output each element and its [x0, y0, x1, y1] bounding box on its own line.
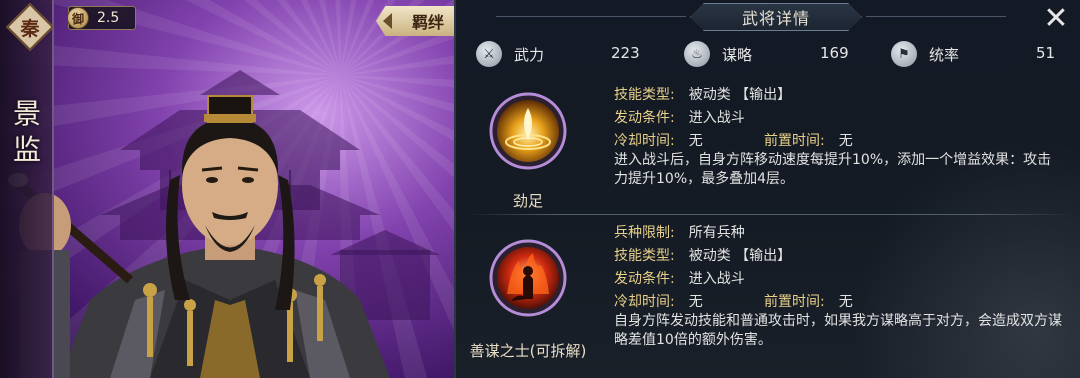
faction-label: 秦: [20, 17, 40, 40]
red-flame-warrior-icon[interactable]: [489, 239, 567, 317]
banner-icon: ⚑: [891, 41, 917, 67]
stat-label: 谋略: [722, 45, 753, 64]
skill-name: 善谋之士(可拆解): [469, 342, 587, 360]
hero-detail-panel: 武将详情 ✕ ⚔ 武力 223 ♨ 谋略 169 ⚑ 统率 51 劲足 技能类型…: [454, 0, 1080, 378]
golden-flame-icon[interactable]: [489, 92, 567, 170]
panel-title: 武将详情: [690, 3, 862, 31]
skill-description: 进入战斗后，自身方阵移动速度每提升10%，添加一个增益效果：攻击力提升10%，最…: [614, 152, 1052, 187]
stat-value: 169: [820, 44, 849, 62]
title-ornament-left: [496, 16, 686, 17]
stat-label: 统率: [929, 45, 960, 64]
skill-divider: [468, 214, 1072, 215]
skill-row: 发动条件: 进入战斗: [614, 110, 745, 126]
stat-label: 武力: [514, 45, 545, 64]
stat-strategy: ♨ 谋略: [684, 40, 752, 68]
stat-force: ⚔ 武力: [476, 40, 544, 68]
cost-value: 2.5: [97, 10, 120, 26]
bond-tab-label: 羁绊: [411, 13, 444, 32]
skill-description: 自身方阵发动技能和普通攻击时，如果我方谋略高于对方，会造成双方谋略差值10倍的额…: [614, 313, 1062, 348]
skill-timing-row: 冷却时间: 无: [614, 294, 703, 310]
stat-command: ⚑ 统率: [891, 40, 959, 68]
skill-precast-row: 前置时间: 无: [764, 133, 853, 149]
hero-name: 景监: [12, 97, 41, 166]
chevron-left-icon: [383, 13, 392, 29]
hero-character-art: [8, 95, 390, 378]
close-icon[interactable]: ✕: [1042, 4, 1070, 34]
stat-value: 51: [1036, 44, 1056, 62]
skill-timing-row: 冷却时间: 无: [614, 133, 703, 149]
skill-row: 技能类型: 被动类 【输出】: [614, 87, 792, 103]
skill-row: 技能类型: 被动类 【输出】: [614, 248, 792, 264]
flame-spirit-icon: ♨: [684, 41, 710, 67]
crossed-swords-icon: ⚔: [476, 41, 502, 67]
skill-row: 兵种限制: 所有兵种: [614, 225, 745, 241]
hero-nameplate: [0, 0, 54, 378]
stat-value: 223: [611, 44, 640, 62]
cost-badge: 御 2.5: [67, 6, 136, 30]
skill-row: 发动条件: 进入战斗: [614, 271, 745, 287]
cost-icon: 御: [67, 7, 89, 29]
skill-name: 劲足: [512, 192, 543, 210]
title-ornament-right: [866, 16, 1006, 17]
skill-precast-row: 前置时间: 无: [764, 294, 853, 310]
hero-portrait-panel: 秦 景监 御 2.5 羁绊: [0, 0, 454, 378]
